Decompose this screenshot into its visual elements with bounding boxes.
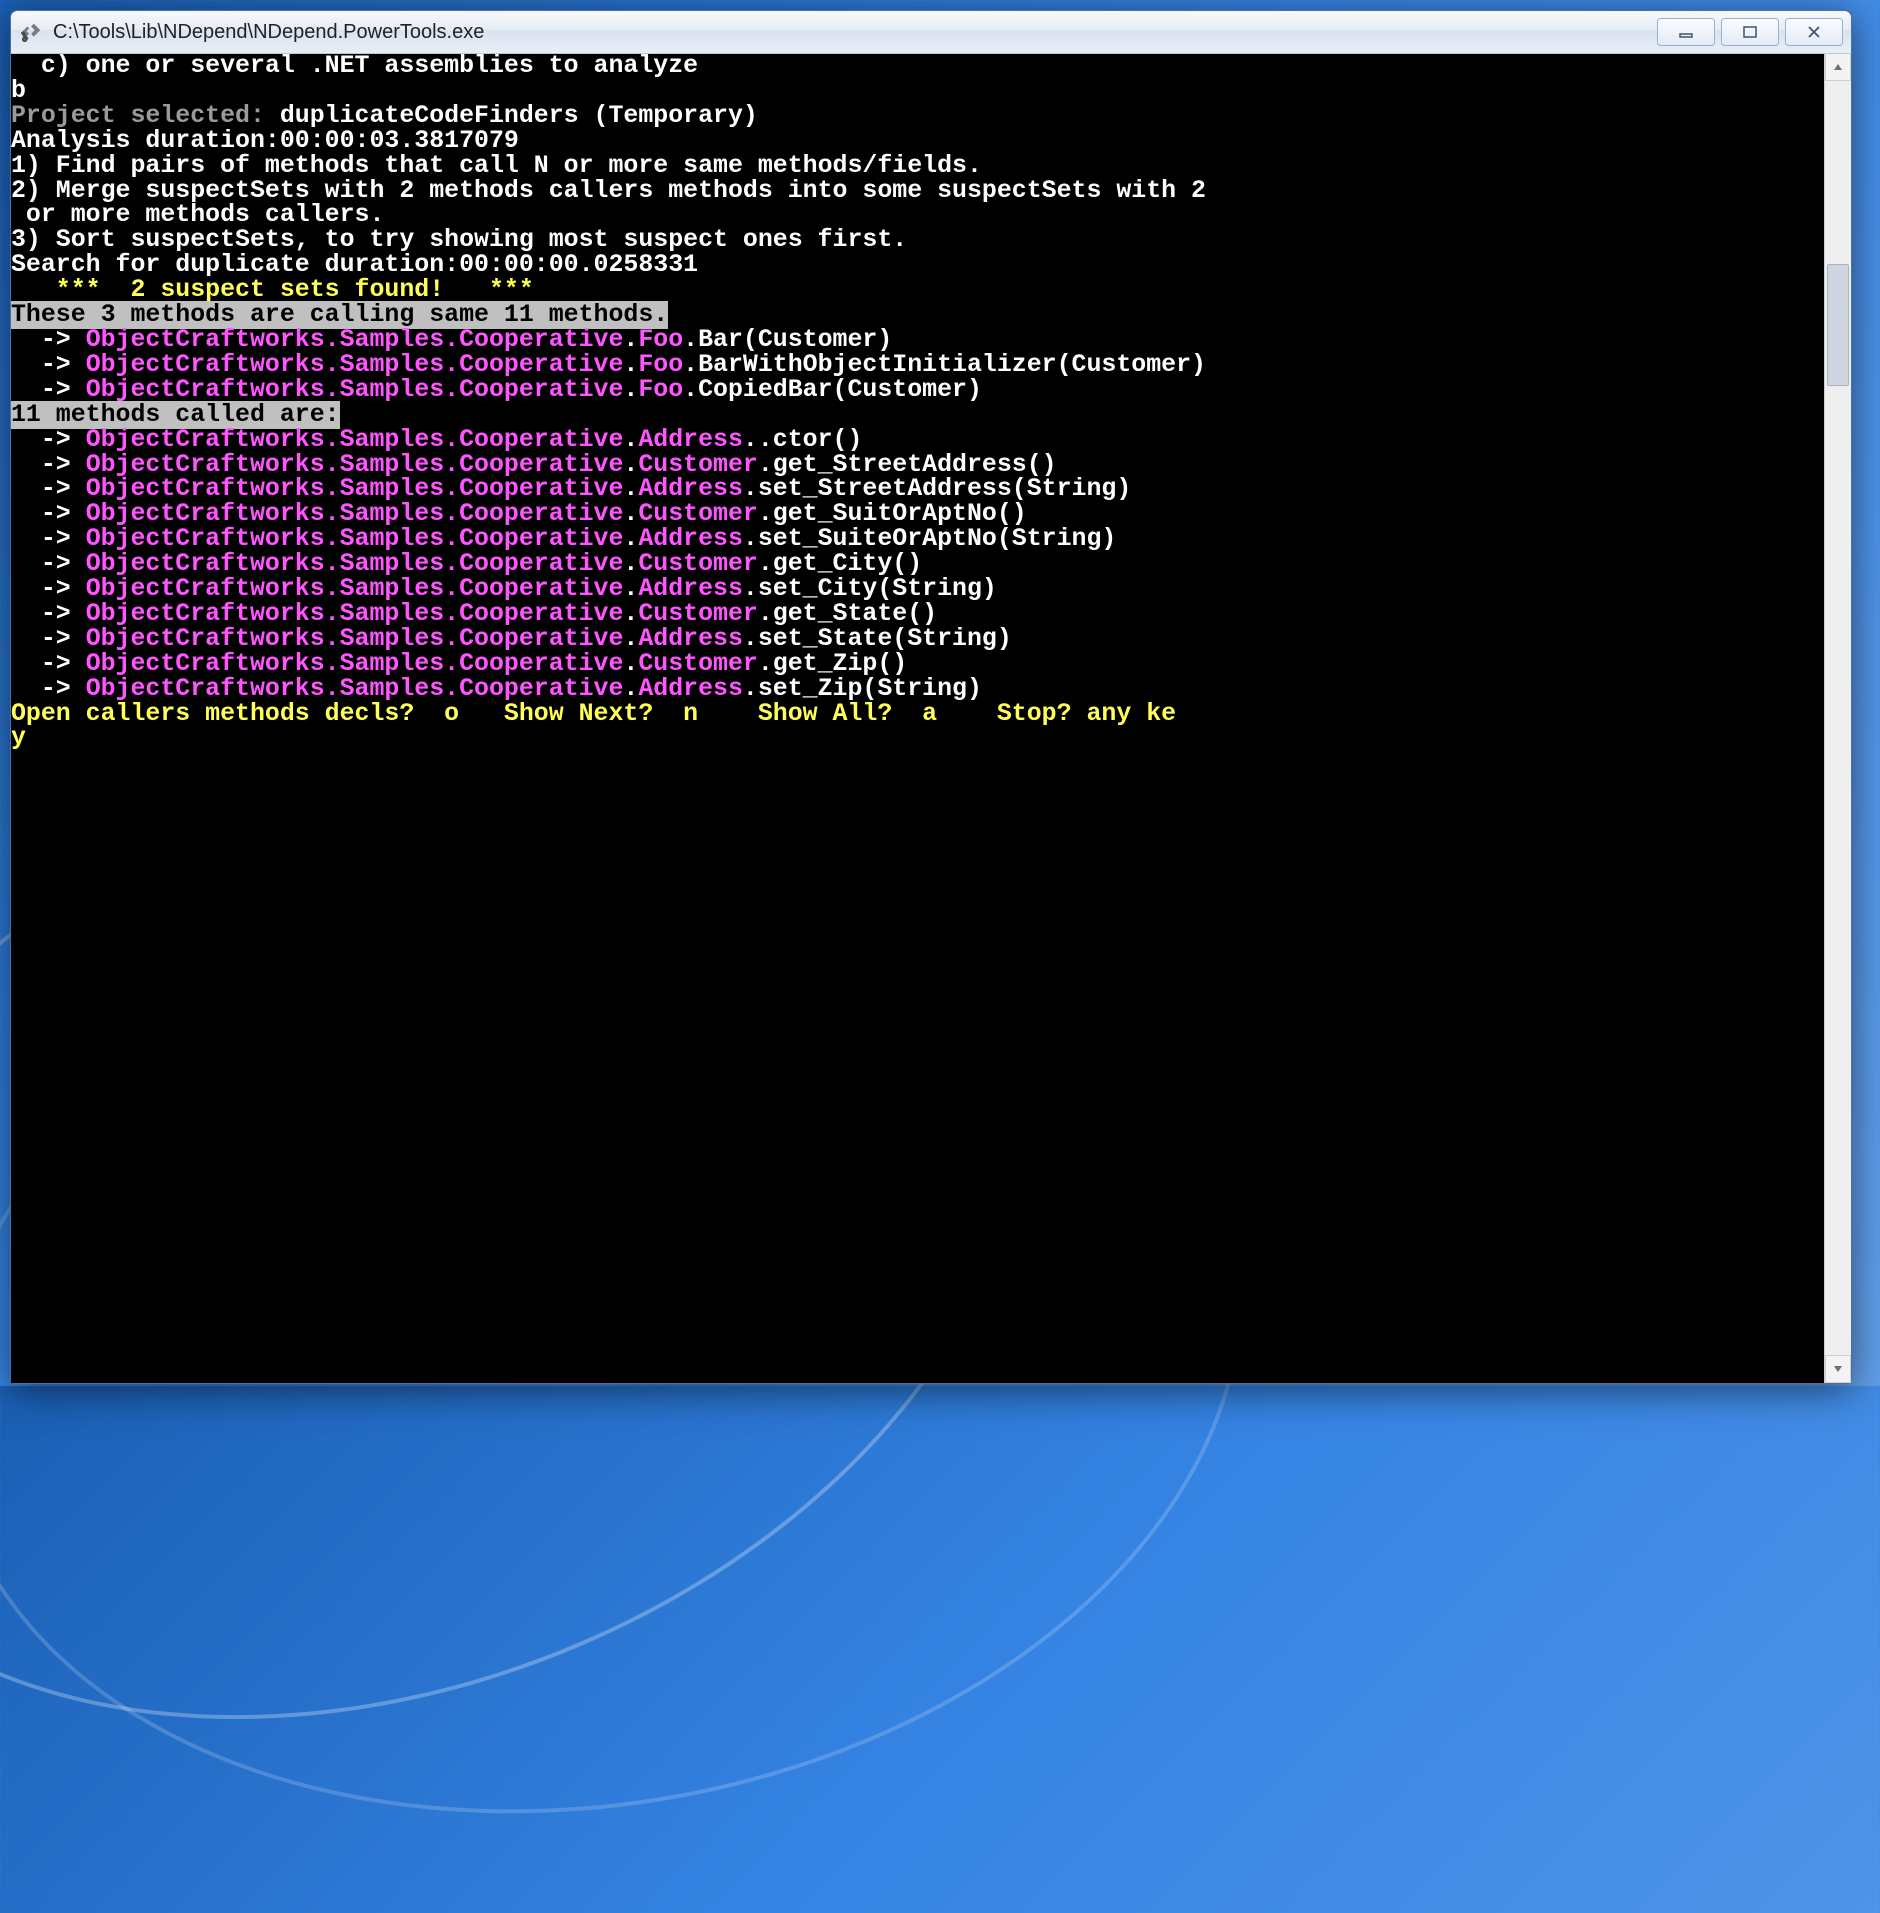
maximize-button[interactable] (1721, 18, 1779, 46)
scroll-down-button[interactable] (1825, 1355, 1851, 1383)
console-window: C:\Tools\Lib\NDepend\NDepend.PowerTools.… (10, 10, 1852, 1384)
console-output[interactable]: c) one or several .NET assemblies to ana… (11, 54, 1824, 1383)
vertical-scrollbar[interactable] (1824, 54, 1851, 1383)
window-title: C:\Tools\Lib\NDepend\NDepend.PowerTools.… (53, 21, 1657, 44)
close-button[interactable] (1785, 18, 1843, 46)
scroll-up-button[interactable] (1825, 54, 1851, 81)
minimize-button[interactable] (1657, 18, 1715, 46)
titlebar[interactable]: C:\Tools\Lib\NDepend\NDepend.PowerTools.… (11, 11, 1851, 54)
scroll-thumb[interactable] (1827, 264, 1849, 386)
app-icon (21, 21, 43, 43)
